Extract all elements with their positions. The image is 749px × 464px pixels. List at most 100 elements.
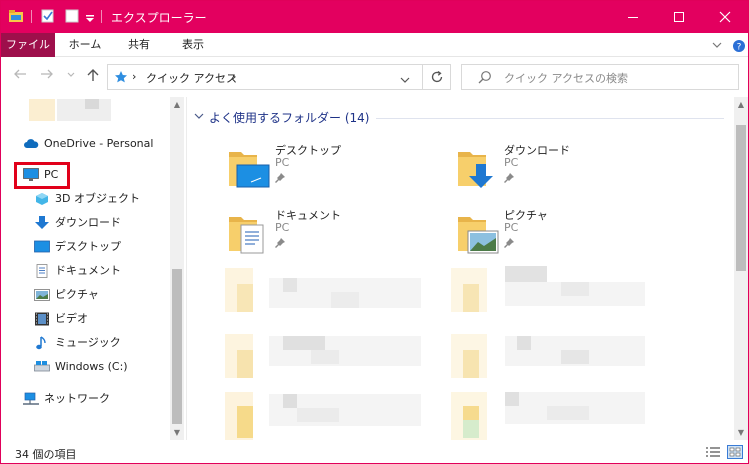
document-icon <box>34 264 50 278</box>
chevron-down-icon[interactable] <box>193 110 205 122</box>
blurred-item <box>463 406 479 420</box>
minimize-icon <box>628 17 638 18</box>
star-icon <box>114 70 128 87</box>
download-icon <box>34 216 50 230</box>
scroll-up-icon[interactable]: ▲ <box>737 101 745 109</box>
nav-item-label: ビデオ <box>55 312 88 325</box>
recent-locations-icon[interactable] <box>63 68 79 84</box>
pc-highlight-box <box>14 162 70 189</box>
status-bar: 34 個の項目 <box>1 441 748 463</box>
path-chevron-icon[interactable]: › <box>132 70 136 83</box>
nav-item-label: ミュージック <box>55 336 121 349</box>
tile-location: PC <box>504 156 519 169</box>
item-count: 34 個の項目 <box>15 448 77 461</box>
folder-tile-desktop[interactable]: デスクトップ PC <box>227 142 427 198</box>
search-placeholder: クイック アクセスの検索 <box>504 72 628 85</box>
drive-icon <box>34 360 50 374</box>
nav-item-label: ネットワーク <box>44 392 110 405</box>
help-icon[interactable]: ? <box>732 39 745 53</box>
customize-quick-access-icon[interactable] <box>85 12 99 26</box>
blurred-item <box>237 284 253 312</box>
blurred-item <box>29 99 55 121</box>
folder-icon[interactable] <box>9 9 23 23</box>
pane-divider[interactable] <box>186 97 187 440</box>
explorer-window: エクスプローラー ファイル ホーム 共有 表示 ? › クイック アクセス › … <box>0 0 749 464</box>
tab-share[interactable]: 共有 <box>117 33 161 57</box>
maximize-icon <box>674 12 684 22</box>
path-chevron-icon[interactable]: › <box>232 70 236 83</box>
large-icons-view-icon[interactable] <box>727 445 743 459</box>
pin-icon <box>504 172 514 183</box>
window-title: エクスプローラー <box>111 11 207 25</box>
scrollbar-thumb[interactable] <box>736 125 746 271</box>
blurred-item <box>505 392 519 406</box>
blurred-item <box>297 408 339 422</box>
details-view-icon[interactable] <box>705 445 721 459</box>
search-box[interactable]: クイック アクセスの検索 <box>461 64 739 90</box>
close-button[interactable] <box>702 1 748 33</box>
expand-ribbon-icon[interactable] <box>711 39 723 51</box>
desktop-icon <box>34 240 50 254</box>
scroll-down-icon[interactable]: ▼ <box>173 429 181 437</box>
nav-item-label: Windows (C:) <box>55 360 128 373</box>
blurred-item <box>85 99 99 109</box>
up-button[interactable] <box>85 68 101 84</box>
content-scrollbar[interactable]: ▲ ▼ <box>734 97 748 440</box>
minimize-button[interactable] <box>610 1 656 33</box>
blurred-item <box>517 336 531 350</box>
scroll-down-icon[interactable]: ▼ <box>737 429 745 437</box>
refresh-icon <box>430 70 444 87</box>
maximize-button[interactable] <box>656 1 702 33</box>
properties-icon[interactable] <box>41 9 55 23</box>
close-icon <box>719 11 731 26</box>
blurred-item <box>237 406 253 438</box>
scroll-up-icon[interactable]: ▲ <box>173 101 181 109</box>
blurred-item <box>331 292 359 308</box>
nav-item-label: ドキュメント <box>55 264 121 277</box>
picture-icon <box>34 288 50 302</box>
refresh-button[interactable] <box>422 64 451 90</box>
blurred-item <box>547 406 589 420</box>
tab-home[interactable]: ホーム <box>63 33 107 57</box>
blurred-item <box>283 336 325 350</box>
desktop-folder-icon <box>227 146 271 190</box>
video-icon <box>34 312 50 326</box>
tab-file[interactable]: ファイル <box>1 33 55 57</box>
address-bar[interactable]: › クイック アクセス › <box>107 64 423 90</box>
folder-tile-downloads[interactable]: ダウンロード PC <box>456 142 656 198</box>
navigation-scrollbar[interactable]: ▲ ▼ <box>170 97 184 440</box>
tile-location: PC <box>504 221 519 234</box>
nav-item-label: ダウンロード <box>55 216 121 229</box>
pictures-folder-icon <box>456 211 500 255</box>
address-dropdown-icon[interactable] <box>400 73 410 87</box>
nav-item-label: 3D オブジェクト <box>55 192 140 205</box>
blurred-item <box>561 282 589 296</box>
folder-tile-pictures[interactable]: ピクチャ PC <box>456 207 656 263</box>
address-path[interactable]: クイック アクセス <box>146 70 237 86</box>
title-bar[interactable]: エクスプローラー <box>1 1 748 33</box>
blurred-item <box>463 350 479 378</box>
new-folder-icon[interactable] <box>65 9 79 23</box>
nav-item-label: ピクチャ <box>55 288 99 301</box>
documents-folder-icon <box>227 211 271 255</box>
blurred-item <box>237 350 253 378</box>
forward-button[interactable] <box>39 68 55 84</box>
pin-icon <box>504 237 514 248</box>
nav-item-label: デスクトップ <box>55 240 121 253</box>
group-title: よく使用するフォルダー (14) <box>209 111 370 125</box>
folder-tile-documents[interactable]: ドキュメント PC <box>227 207 427 263</box>
ribbon-tabs: ファイル ホーム 共有 表示 ? <box>1 33 748 57</box>
tab-view[interactable]: 表示 <box>171 33 215 57</box>
tile-location: PC <box>275 156 290 169</box>
network-icon <box>23 392 39 406</box>
blurred-item <box>311 350 339 364</box>
svg-text:?: ? <box>737 43 742 53</box>
search-icon <box>478 70 492 87</box>
back-button[interactable] <box>12 68 28 84</box>
navigation-pane: OneDrive - Personal PC 3D オブジェクト ダウンロード <box>1 97 186 440</box>
blurred-item <box>283 278 297 292</box>
blurred-item <box>463 284 479 312</box>
separator <box>31 10 32 23</box>
nav-item-label: OneDrive - Personal <box>44 137 154 150</box>
scrollbar-thumb[interactable] <box>172 269 182 424</box>
